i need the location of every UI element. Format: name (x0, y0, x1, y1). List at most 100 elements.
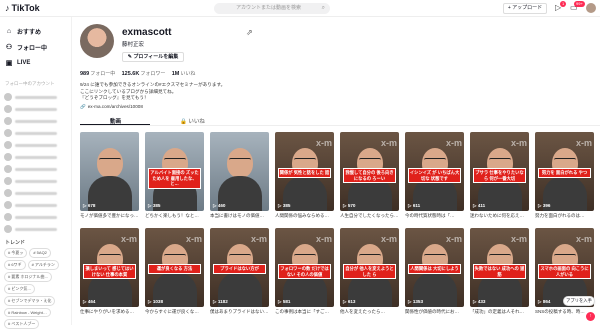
get-app-button[interactable]: アプリを入手 (563, 296, 595, 306)
video-tile[interactable]: x-m 努力を 面白がれる やつ ▷ 396 (535, 132, 594, 211)
tab-liked[interactable]: 🔒 いいね (180, 117, 205, 125)
account-name (15, 131, 57, 135)
video-title[interactable]: この事例は本当に「すご… (275, 309, 334, 315)
following-account[interactable] (0, 115, 71, 127)
trend-tag[interactable]: # アルチラン (27, 260, 59, 270)
following-count: 989 (80, 71, 90, 77)
nav-live[interactable]: ▣ LIVE (0, 55, 71, 71)
background-sign: x-m (510, 138, 527, 148)
view-count-text: 385 (282, 203, 291, 208)
following-account[interactable] (0, 127, 71, 139)
tiktok-note-icon: ♪ (5, 3, 10, 13)
profile-link[interactable]: 🔗 ex-ma.com/archives/10008 (80, 104, 143, 110)
video-title[interactable]: 仕事にやりがいを求める… (80, 309, 139, 315)
avatar (4, 93, 12, 101)
video-title[interactable]: 人間関係の悩みならめる… (275, 213, 334, 219)
following-account[interactable] (0, 91, 71, 103)
upload-button[interactable]: + アップロード (503, 3, 547, 14)
video-tile[interactable]: ▷ 460 (210, 132, 269, 211)
video-title[interactable]: 迷わないために何を応え… (470, 213, 529, 219)
video-title[interactable]: 人生自分でしたくなったら… (340, 213, 399, 219)
background-sign: x-m (315, 234, 332, 244)
video-tile[interactable]: x-m 人間関係は 大切にしよう ▷ 1353 (405, 228, 464, 307)
video-tile[interactable]: x-m 運が良くなる 方法 ▷ 1038 (145, 228, 204, 307)
video-title[interactable]: 「成功」の定義は人それ… (470, 309, 529, 315)
view-count: ▷ 464 (83, 299, 95, 305)
account-name (15, 227, 57, 231)
view-count-text: 460 (217, 203, 226, 208)
tab-liked-label: いいね (188, 119, 205, 125)
trend-tag[interactable]: # Rainbow - Weight… (4, 308, 51, 317)
video-title[interactable]: どちかく楽しもう！なと… (145, 213, 204, 219)
following-account[interactable] (0, 163, 71, 175)
view-count: ▷ 460 (213, 203, 225, 209)
video-title[interactable]: 今からすぐに運が良くな… (145, 309, 204, 315)
nav-following[interactable]: ⚇ フォロー中 (0, 39, 71, 55)
video-tile[interactable]: x-m フォロワーの数 だけではない その人の価値 ▷ 581 (275, 228, 334, 307)
trend-tag[interactable]: # ピンク気… (4, 284, 36, 294)
following-account[interactable] (0, 199, 71, 211)
profile-avatar-small[interactable] (586, 3, 596, 13)
video-tile[interactable]: x-m 関係が 気性と話をした 話 ▷ 385 (275, 132, 334, 211)
trend-tag[interactable]: # 6ワギ (4, 260, 26, 270)
video-title[interactable]: 他人を変えたったら… (340, 309, 399, 315)
view-count-text: 1182 (217, 299, 228, 304)
video-tile[interactable]: x-m ブサラ 仕事をやりたいなら 何が一番大切 ▷ 411 (470, 132, 529, 211)
video-title[interactable]: 関係性が価値の時代にお… (405, 309, 464, 315)
video-tile[interactable]: x-m 我慢して自分の 後ろ向きになるの ろーい ▷ 570 (340, 132, 399, 211)
following-account[interactable] (0, 139, 71, 151)
video-tile[interactable]: x-m 失敗ではない 成功への 道筋 ▷ 433 (470, 228, 529, 307)
tiktok-logo[interactable]: ♪ TikTok (5, 3, 40, 13)
video-title[interactable]: 努力を面白がれるのは… (535, 213, 594, 219)
person-glasses (489, 254, 511, 258)
search-input[interactable]: アカウントまたは動画を検索 ⌕ (214, 3, 330, 14)
following-account[interactable] (0, 187, 71, 199)
following-account[interactable] (0, 211, 71, 223)
trend-tag[interactable]: # ベスト人ブー (4, 319, 40, 329)
following-account[interactable] (0, 223, 71, 235)
nav-label: おすすめ (17, 29, 42, 36)
account-name (15, 215, 57, 219)
avatar (4, 165, 12, 173)
messages-badge: 1 (560, 1, 567, 7)
trend-tag[interactable]: # 要素 ホロジナル曲… (4, 272, 53, 282)
following-account[interactable] (0, 151, 71, 163)
video-tile[interactable]: ▷ 678 (80, 132, 139, 211)
scroll-top-icon[interactable]: ↑ (586, 312, 595, 321)
video-caption: 我慢して自分の 後ろ向きになるの ろーい (343, 168, 396, 183)
followers-label: フォロワー (140, 71, 166, 77)
video-title[interactable]: 今の時代質状態時は「… (405, 213, 464, 219)
video-tile[interactable]: アルバイト面接の ズッたため人を 雇用したな、と… ▷ 385 (145, 132, 204, 211)
profile-username: exmascott (122, 27, 172, 38)
video-title[interactable]: モノが価値多で豊かになった… (80, 213, 139, 219)
search-icon[interactable]: ⌕ (322, 3, 325, 14)
trend-tag[interactable]: # セブンでデマラ・え化 (4, 296, 56, 306)
video-title[interactable]: SNSの投稿する時、時… (535, 309, 594, 315)
trend-tag[interactable]: # 5AQ2 (29, 248, 51, 258)
video-title[interactable]: 本当に書けはモノの価値… (210, 213, 269, 219)
edit-profile-label: プロフィールを編集 (133, 54, 179, 60)
following-account[interactable] (0, 175, 71, 187)
background-sign: x-m (445, 234, 462, 244)
video-tile[interactable]: x-m プライドはない方が ▷ 1182 (210, 228, 269, 307)
view-count-text: 385 (152, 203, 161, 208)
trend-tag[interactable]: # 今夏ッ (4, 248, 28, 258)
nav-label: フォロー中 (17, 45, 48, 52)
video-tile[interactable]: x-m 自分が 他人を変えようとした ら ▷ 613 (340, 228, 399, 307)
video-tile[interactable]: x-m イシンイズ が いちばん大切な 状態です ▷ 611 (405, 132, 464, 211)
live-icon: ▣ (5, 60, 13, 67)
view-count: ▷ 385 (148, 203, 160, 209)
background-sign: x-m (445, 138, 462, 148)
share-icon[interactable]: ⇗ (246, 28, 253, 37)
nav-for-you[interactable]: ⌂ おすすめ (0, 23, 71, 39)
background-sign: x-m (380, 234, 397, 244)
edit-profile-button[interactable]: ✎ プロフィールを編集 (122, 52, 184, 62)
video-tile[interactable]: x-m 損しまいって 感じてはいけない 仕事の本質 ▷ 464 (80, 228, 139, 307)
view-count: ▷ 570 (343, 203, 355, 209)
profile-tabs: 動画 🔒 いいね (80, 115, 600, 126)
following-account[interactable] (0, 103, 71, 115)
profile-avatar (80, 24, 114, 58)
account-name (15, 95, 57, 99)
video-title[interactable]: 僕はあまりプライドはない… (210, 309, 269, 315)
following-accounts-title: フォロー中のアカウント (5, 81, 55, 86)
